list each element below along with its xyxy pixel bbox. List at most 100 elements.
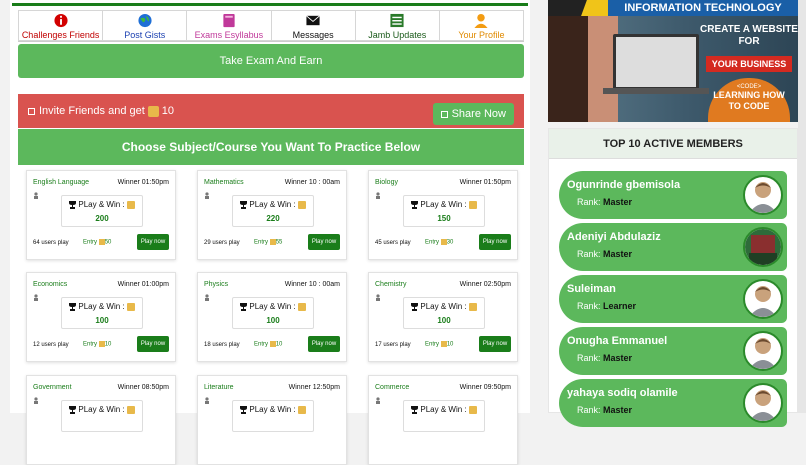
nav-label: Exams Esyllabus [194, 30, 264, 40]
person-icon [205, 397, 209, 404]
laptop-base [603, 88, 709, 94]
subject-card: Mathematics Winner 10 : 00am PLay & Win … [197, 170, 347, 260]
nav-label: Post Gists [124, 30, 166, 40]
ad-code-badge: <CODE> LEARNING HOW TO CODE [708, 78, 790, 122]
ad-create-text: CREATE A WEBSITE FOR [700, 24, 798, 47]
avatar [743, 175, 783, 215]
nav-label: Challenges Friends [21, 30, 100, 40]
play-now-button[interactable]: Play now [479, 234, 511, 250]
photo-avatar-icon [745, 229, 781, 265]
user-icon [474, 13, 488, 28]
card-subject: Commerce [375, 384, 410, 391]
play-win-label: PLay & Win : [249, 200, 296, 209]
sidebar: INFORMATION TECHNOLOGY CREATE A WEBSITE … [548, 0, 798, 427]
top-nav: Challenges Friends Post Gists Exams Esyl… [18, 10, 525, 42]
users-play: 64 users play [33, 240, 69, 246]
trophy-icon [240, 200, 248, 209]
laptop-icon [613, 34, 699, 90]
play-now-button[interactable]: Play now [137, 336, 169, 352]
prize-amount: 100 [437, 316, 451, 325]
avatar [743, 227, 783, 267]
person-icon [205, 294, 209, 301]
play-now-button[interactable]: Play now [479, 336, 511, 352]
subject-card: Commerce Winner 09:50pm PLay & Win : [368, 375, 518, 465]
play-now-button[interactable]: Play now [308, 336, 340, 352]
play-win-label: PLay & Win : [78, 302, 125, 311]
card-subject: Biology [375, 179, 398, 186]
members-title: TOP 10 ACTIVE MEMBERS [549, 129, 797, 159]
nav-label: Messages [292, 30, 334, 40]
take-exam-button[interactable]: Take Exam And Earn [18, 44, 524, 78]
share-label: Share Now [451, 108, 506, 120]
play-win-box: PLay & Win : 220 [232, 195, 314, 227]
trophy-icon [411, 302, 419, 311]
user-avatar-icon [749, 182, 777, 213]
coin-icon [126, 302, 135, 311]
invite-text: Invite Friends and get [39, 105, 145, 117]
coin-icon [297, 200, 306, 209]
subject-card: Economics Winner 01:00pm PLay & Win : 10… [26, 272, 176, 362]
member-item[interactable]: Suleiman Rank: Learner [559, 275, 787, 323]
member-item[interactable]: yahaya sodiq olamile Rank: Master [559, 379, 787, 427]
globe-icon [138, 13, 152, 28]
play-win-box: PLay & Win : 150 [403, 195, 485, 227]
member-name: yahaya sodiq olamile [567, 387, 678, 399]
nav-your-profile[interactable]: Your Profile [438, 10, 525, 41]
person-icon [376, 192, 380, 199]
nav-messages[interactable]: Messages [270, 10, 355, 41]
ad-business-badge: YOUR BUSINESS [706, 56, 792, 72]
ad-code-text: LEARNING HOW TO CODE [713, 90, 785, 111]
page-scrollbar[interactable] [798, 0, 806, 413]
play-win-box: PLay & Win : 100 [232, 297, 314, 329]
avatar [743, 383, 783, 423]
entry-fee: Entry 10 [83, 341, 112, 348]
person-icon [34, 294, 38, 301]
prize-amount: 100 [266, 316, 280, 325]
subject-card: Literature Winner 12:50pm PLay & Win : [197, 375, 347, 465]
users-play: 18 users play [204, 342, 240, 348]
prize-amount: 100 [95, 316, 109, 325]
card-subject: Literature [204, 384, 234, 391]
member-rank: Rank: Learner [577, 301, 637, 311]
card-winner-time: Winner 10 : 00am [284, 179, 340, 186]
share-now-button[interactable]: Share Now [432, 103, 514, 125]
subject-card: Physics Winner 10 : 00am PLay & Win : 10… [197, 272, 347, 362]
nav-exams-esyllabus[interactable]: Exams Esyllabus [186, 10, 271, 41]
advert-banner[interactable]: INFORMATION TECHNOLOGY CREATE A WEBSITE … [548, 0, 798, 122]
coin-icon [468, 200, 477, 209]
member-rank: Rank: Master [577, 249, 633, 259]
member-item[interactable]: Onugha Emmanuel Rank: Master [559, 327, 787, 375]
play-now-button[interactable]: Play now [308, 234, 340, 250]
person-icon [34, 192, 38, 199]
nav-post-gists[interactable]: Post Gists [102, 10, 187, 41]
entry-fee: Entry 30 [425, 239, 454, 246]
checkbox-icon [28, 107, 35, 115]
member-rank: Rank: Master [577, 405, 633, 415]
avatar [743, 331, 783, 371]
person-icon [34, 397, 38, 404]
users-play: 45 users play [375, 240, 411, 246]
ad-person-hair [548, 16, 588, 122]
play-now-button[interactable]: Play now [137, 234, 169, 250]
play-win-label: PLay & Win : [420, 200, 467, 209]
play-win-box: PLay & Win : [403, 400, 485, 432]
nav-jamb-updates[interactable]: Jamb Updates [354, 10, 439, 41]
member-rank: Rank: Master [577, 353, 633, 363]
member-rank: Rank: Master [577, 197, 633, 207]
card-subject: English Language [33, 179, 90, 186]
member-name: Onugha Emmanuel [567, 335, 668, 347]
member-item[interactable]: Adeniyi Abdulaziz Rank: Master [559, 223, 787, 271]
user-avatar-icon [749, 286, 777, 317]
prize-amount: 200 [95, 214, 109, 223]
play-win-box: PLay & Win : [61, 400, 143, 432]
nav-label: Jamb Updates [368, 30, 427, 40]
trophy-icon [411, 200, 419, 209]
member-item[interactable]: Ogunrinde gbemisola Rank: Master [559, 171, 787, 219]
invite-amount: 10 [161, 105, 175, 117]
checkbox-icon [440, 110, 448, 118]
card-winner-time: Winner 01:50pm [459, 179, 511, 186]
trophy-icon [69, 200, 77, 209]
entry-fee: Entry 50 [83, 239, 112, 246]
nav-challenges-friends[interactable]: Challenges Friends [18, 10, 103, 41]
person-icon [376, 294, 380, 301]
